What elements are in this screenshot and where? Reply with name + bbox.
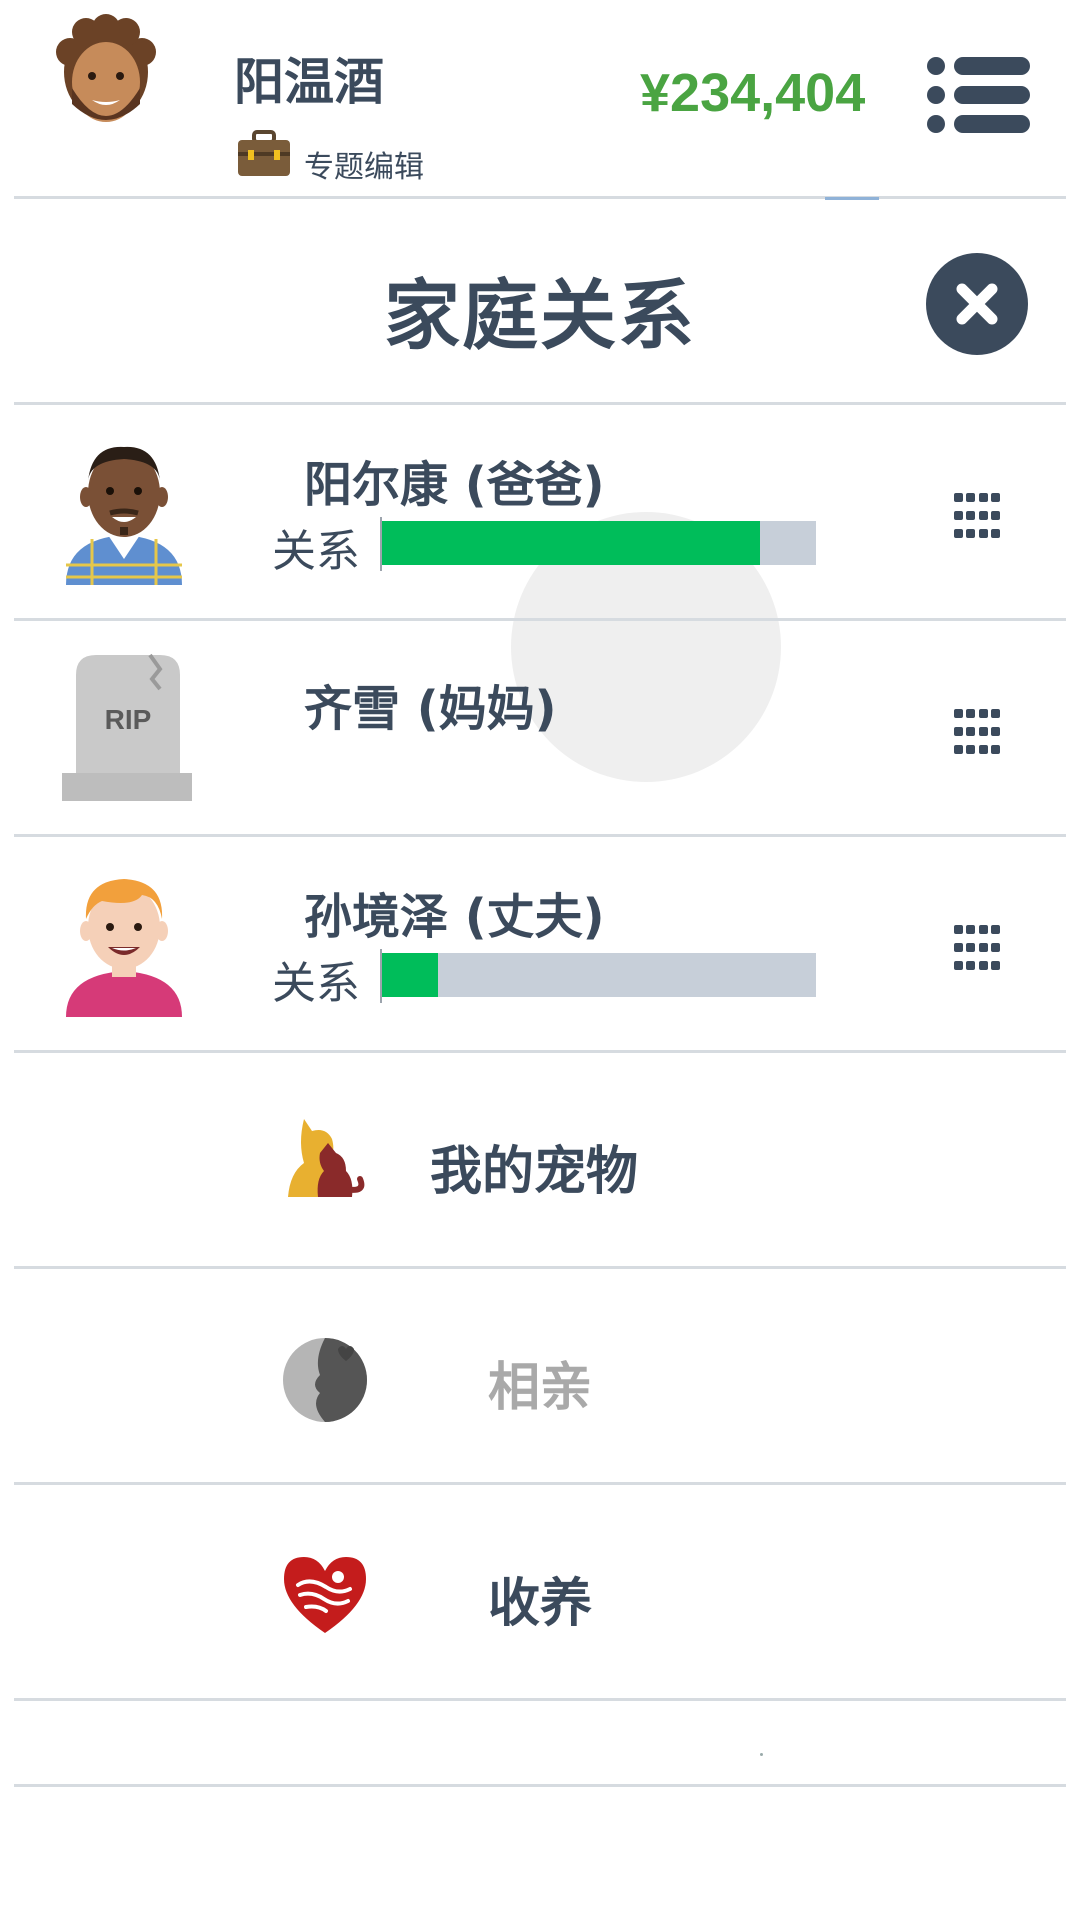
relation-row-husband[interactable]: 孙境泽 (丈夫) 关系 <box>14 837 1066 1053</box>
briefcase-icon <box>236 130 292 178</box>
tombstone-text: RIP <box>105 704 152 735</box>
job-title: 专题编辑 <box>304 150 424 185</box>
relation-name: 阳尔康 (爸爸) <box>304 457 605 513</box>
list-menu-icon <box>927 57 1030 133</box>
relation-row-mother[interactable]: RIP 齐雪 (妈妈) <box>14 621 1066 837</box>
speck <box>760 1753 763 1756</box>
blind-date-button: 相亲 <box>14 1269 1066 1485</box>
menu-label: 相亲 <box>488 1358 593 1418</box>
pets-icon <box>282 1113 372 1203</box>
player-avatar[interactable] <box>50 14 162 144</box>
header-accent <box>825 197 879 200</box>
panel-title: 家庭关系 <box>384 271 696 360</box>
top-status-bar: 阳温酒 专题编辑 ¥234,404 <box>0 0 1080 198</box>
my-pets-button[interactable]: 我的宠物 <box>14 1053 1066 1269</box>
header-divider <box>14 196 1066 199</box>
grid-icon <box>954 709 1000 754</box>
grid-icon <box>954 925 1000 970</box>
main-menu-button[interactable] <box>926 56 1030 134</box>
relationship-bar <box>382 521 816 565</box>
money-balance: ¥234,404 <box>640 63 866 123</box>
relation-row-father[interactable]: 阳尔康 (爸爸) 关系 <box>14 405 1066 621</box>
husband-avatar <box>62 867 186 1017</box>
menu-label: 我的宠物 <box>430 1142 639 1202</box>
close-icon <box>956 283 998 325</box>
options-grid-button[interactable] <box>952 707 1002 757</box>
menu-label: 收养 <box>488 1574 593 1634</box>
options-grid-button[interactable] <box>952 491 1002 541</box>
options-grid-button[interactable] <box>952 923 1002 973</box>
relation-name: 齐雪 (妈妈) <box>304 681 557 737</box>
relationship-bar-fill <box>382 953 439 997</box>
row-divider <box>14 1698 1066 1701</box>
blind-date-icon <box>280 1335 370 1425</box>
relation-name: 孙境泽 (丈夫) <box>304 889 605 945</box>
relationship-label: 关系 <box>272 526 360 577</box>
rip-tombstone-icon: RIP <box>62 651 192 801</box>
relationship-bar-fill <box>382 521 760 565</box>
father-avatar <box>62 435 186 585</box>
adoption-button[interactable]: 收养 <box>14 1485 1066 1701</box>
adoption-heart-icon <box>280 1549 370 1639</box>
bottom-divider <box>14 1784 1066 1787</box>
close-button[interactable] <box>926 253 1028 355</box>
grid-icon <box>954 493 1000 538</box>
player-name: 阳温酒 <box>234 53 384 111</box>
relationship-label: 关系 <box>272 958 360 1009</box>
relationship-bar <box>382 953 816 997</box>
